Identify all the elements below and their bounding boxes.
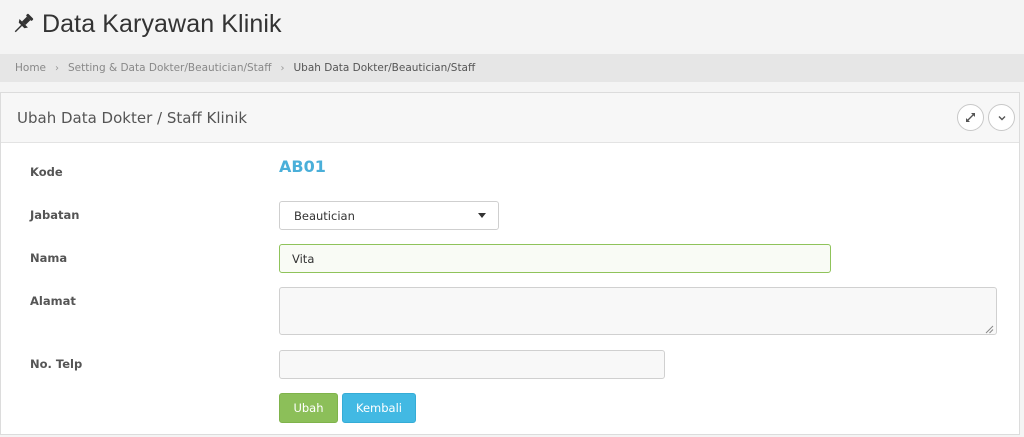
caret-down-icon: [478, 213, 486, 218]
alamat-textarea[interactable]: [279, 287, 997, 335]
collapse-button[interactable]: [988, 104, 1015, 131]
breadcrumb-home[interactable]: Home: [15, 62, 46, 74]
kode-value: AB01: [279, 157, 326, 176]
breadcrumb-separator-icon: ›: [55, 62, 60, 74]
breadcrumb-setting[interactable]: Setting & Data Dokter/Beautician/Staff: [68, 62, 271, 74]
page-title: Data Karyawan Klinik: [42, 9, 282, 38]
pin-icon: [10, 11, 36, 37]
jabatan-select[interactable]: Beautician: [279, 201, 499, 230]
alamat-label: Alamat: [30, 294, 76, 308]
kembali-button[interactable]: Kembali: [342, 393, 416, 423]
nama-value: Vita: [292, 251, 315, 266]
breadcrumb: Home › Setting & Data Dokter/Beautician/…: [0, 54, 1024, 82]
panel-heading: Ubah Data Dokter / Staff Klinik: [1, 93, 1019, 143]
breadcrumb-current: Ubah Data Dokter/Beautician/Staff: [293, 62, 476, 74]
expand-icon: [965, 108, 976, 127]
jabatan-label: Jabatan: [30, 208, 80, 222]
edit-staff-panel: Ubah Data Dokter / Staff Klinik Kode AB0…: [0, 92, 1020, 435]
panel-title: Ubah Data Dokter / Staff Klinik: [17, 108, 248, 127]
telp-input[interactable]: [279, 350, 665, 379]
telp-label: No. Telp: [30, 357, 83, 371]
resize-grip-icon[interactable]: [985, 323, 994, 334]
chevron-down-icon: [997, 108, 1007, 127]
ubah-button[interactable]: Ubah: [279, 393, 338, 423]
jabatan-selected-value: Beautician: [294, 208, 355, 223]
kode-label: Kode: [30, 165, 63, 179]
nama-label: Nama: [30, 251, 68, 265]
nama-input[interactable]: Vita: [279, 244, 831, 273]
breadcrumb-separator-icon: ›: [280, 62, 285, 74]
panel-tools: [957, 104, 1015, 131]
expand-button[interactable]: [957, 104, 984, 131]
page-header: Data Karyawan Klinik: [0, 0, 1024, 48]
